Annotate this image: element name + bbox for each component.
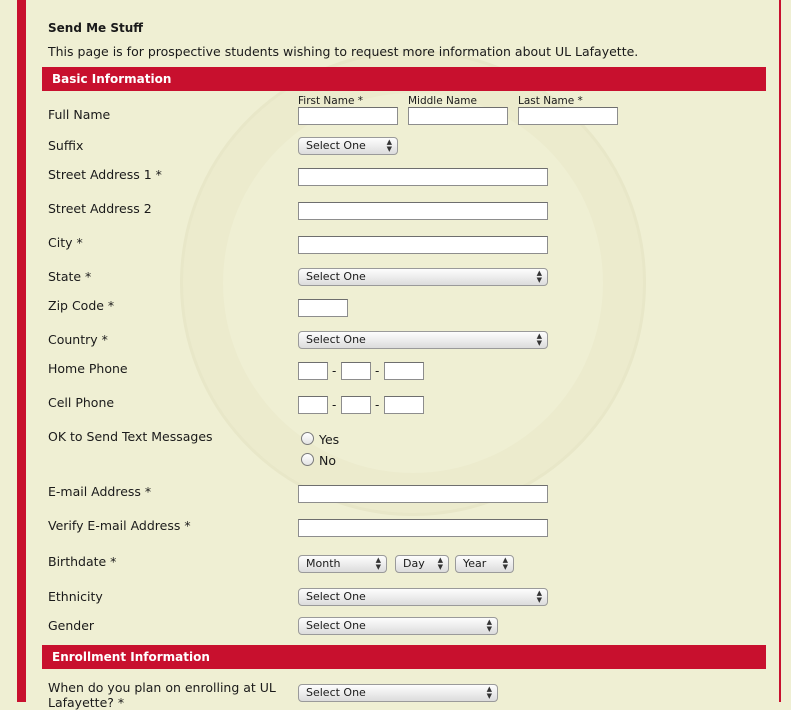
- select-arrows-icon: ▲ ▼: [486, 685, 492, 700]
- text-yes-label: Yes: [319, 432, 340, 447]
- cell-phone-prefix-input[interactable]: [341, 396, 371, 414]
- left-border: [0, 0, 26, 702]
- birth-day-value: Day: [403, 557, 425, 570]
- select-arrows-icon: ▲ ▼: [536, 332, 542, 347]
- home-phone-line-input[interactable]: [384, 362, 424, 380]
- gender-select-value: Select One: [306, 619, 366, 632]
- first-name-input[interactable]: [298, 107, 398, 125]
- zip-code-input[interactable]: [298, 299, 348, 317]
- suffix-label: Suffix: [48, 138, 84, 153]
- section-enrollment-information: Enrollment Information: [42, 645, 766, 669]
- right-border: [779, 0, 791, 702]
- text-no-label: No: [319, 453, 336, 468]
- home-phone-area-input[interactable]: [298, 362, 328, 380]
- city-label: City *: [48, 235, 83, 250]
- enroll-when-label: When do you plan on enrolling at UL: [48, 680, 276, 695]
- home-phone-label: Home Phone: [48, 361, 128, 376]
- section-basic-information: Basic Information: [42, 67, 766, 91]
- street-address-1-label: Street Address 1 *: [48, 167, 162, 182]
- ethnicity-label: Ethnicity: [48, 589, 103, 604]
- select-arrows-icon: ▲ ▼: [375, 556, 381, 571]
- gender-select[interactable]: Select One ▲ ▼: [298, 617, 498, 635]
- select-arrows-icon: ▲ ▼: [437, 556, 443, 571]
- gender-label: Gender: [48, 618, 95, 633]
- text-no-radio[interactable]: [301, 453, 314, 466]
- phone-dash: -: [375, 398, 380, 412]
- intro-text: This page is for prospective students wi…: [48, 44, 639, 59]
- phone-dash: -: [332, 398, 337, 412]
- email-input[interactable]: [298, 485, 548, 503]
- zip-code-label: Zip Code *: [48, 298, 115, 313]
- phone-dash: -: [375, 364, 380, 378]
- last-name-label: Last Name *: [518, 95, 583, 107]
- birthdate-label: Birthdate *: [48, 554, 117, 569]
- verify-email-input[interactable]: [298, 519, 548, 537]
- birth-year-select[interactable]: Year ▲ ▼: [455, 555, 514, 573]
- street-address-2-input[interactable]: [298, 202, 548, 220]
- ethnicity-select[interactable]: Select One ▲ ▼: [298, 588, 548, 606]
- city-input[interactable]: [298, 236, 548, 254]
- enroll-when-label-cont: Lafayette? *: [48, 695, 125, 710]
- birth-month-value: Month: [306, 557, 341, 570]
- state-label: State *: [48, 269, 92, 284]
- first-name-label: First Name *: [298, 95, 363, 107]
- page-title: Send Me Stuff: [48, 21, 143, 35]
- suffix-select-value: Select One: [306, 139, 366, 152]
- cell-phone-area-input[interactable]: [298, 396, 328, 414]
- country-label: Country *: [48, 332, 108, 347]
- cell-phone-label: Cell Phone: [48, 395, 115, 410]
- ok-text-label: OK to Send Text Messages: [48, 429, 213, 444]
- text-yes-radio[interactable]: [301, 432, 314, 445]
- enroll-when-select-value: Select One: [306, 686, 366, 699]
- country-select[interactable]: Select One ▲ ▼: [298, 331, 548, 349]
- phone-dash: -: [332, 364, 337, 378]
- select-arrows-icon: ▲ ▼: [386, 138, 392, 153]
- select-arrows-icon: ▲ ▼: [536, 269, 542, 284]
- select-arrows-icon: ▲ ▼: [536, 589, 542, 604]
- enroll-when-select[interactable]: Select One ▲ ▼: [298, 684, 498, 702]
- birth-month-select[interactable]: Month ▲ ▼: [298, 555, 387, 573]
- email-label: E-mail Address *: [48, 484, 152, 499]
- middle-name-label: Middle Name: [408, 95, 477, 107]
- select-arrows-icon: ▲ ▼: [502, 556, 508, 571]
- select-arrows-icon: ▲ ▼: [486, 618, 492, 633]
- suffix-select[interactable]: Select One ▲ ▼: [298, 137, 398, 155]
- ethnicity-select-value: Select One: [306, 590, 366, 603]
- cell-phone-line-input[interactable]: [384, 396, 424, 414]
- last-name-input[interactable]: [518, 107, 618, 125]
- street-address-2-label: Street Address 2: [48, 201, 152, 216]
- full-name-label: Full Name: [48, 107, 111, 122]
- state-select[interactable]: Select One ▲ ▼: [298, 268, 548, 286]
- middle-name-input[interactable]: [408, 107, 508, 125]
- birth-day-select[interactable]: Day ▲ ▼: [395, 555, 449, 573]
- home-phone-prefix-input[interactable]: [341, 362, 371, 380]
- verify-email-label: Verify E-mail Address *: [48, 518, 191, 533]
- birth-year-value: Year: [463, 557, 487, 570]
- street-address-1-input[interactable]: [298, 168, 548, 186]
- state-select-value: Select One: [306, 270, 366, 283]
- country-select-value: Select One: [306, 333, 366, 346]
